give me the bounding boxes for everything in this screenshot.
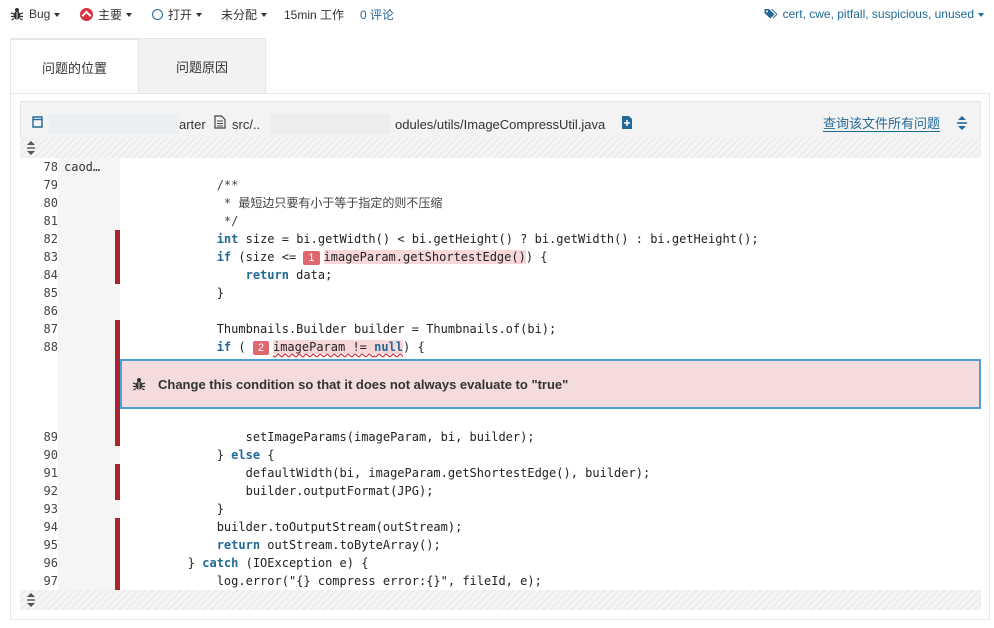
redacted-project-name [49, 114, 179, 134]
code-line: 83 if (size <= 1 imageParam.getShortestEd… [20, 248, 981, 266]
code-line: 94 builder.toOutputStream(outStream); [20, 518, 981, 536]
code-line: 88 if ( 2 imageParam != null) { [20, 338, 981, 356]
chevron-down-icon [126, 12, 133, 17]
source-viewer-panel: arter src/.. odules/utils/ImageCompressU… [10, 93, 990, 620]
open-status-icon [152, 8, 163, 20]
code-line: 89 setImageParams(imageParam, bi, builde… [20, 428, 981, 446]
code-viewer: caod… 78 79 /** 80 * 最短边只要有小于等于指定的则不压缩 8… [20, 158, 981, 590]
code-line: 78 [20, 158, 981, 176]
severity-dropdown[interactable]: 主要 [80, 6, 133, 22]
issue-message: Change this condition so that it does no… [158, 376, 569, 392]
effort-label: 15min 工作 [284, 7, 345, 22]
code-line: 90 } else { [20, 446, 981, 464]
chevron-down-icon [261, 12, 268, 17]
code-line: 86 [20, 302, 981, 320]
expand-above-bar[interactable] [20, 138, 981, 158]
code-text: int size = bi.getWidth() < bi.getHeight(… [216, 232, 759, 246]
issue-type-dropdown[interactable]: Bug [10, 6, 61, 22]
bug-icon [132, 378, 146, 391]
major-severity-icon [80, 7, 93, 21]
assignee-dropdown[interactable]: 未分配 [221, 6, 268, 22]
code-line: 97 log.error("{} compress error:{}", fil… [20, 572, 981, 590]
tab-issue-location[interactable]: 问题的位置 [10, 38, 139, 94]
comments-link[interactable]: 0 评论 [360, 6, 394, 22]
secondary-location-badge[interactable]: 1 [303, 251, 320, 265]
code-line: 82 int size = bi.getWidth() < bi.getHeig… [20, 230, 981, 248]
expand-below-bar[interactable] [20, 590, 981, 610]
code-line: 85 } [20, 284, 981, 302]
code-line: 96 } catch (IOException e) { [20, 554, 981, 572]
tags-dropdown[interactable]: cert, cwe, pitfall, suspicious, unused [764, 6, 984, 22]
file-path-prefix: src/.. [232, 117, 261, 132]
code-line: 79 /** [20, 176, 981, 194]
code-text: } catch (IOException e) { [130, 556, 369, 570]
chevron-down-icon [978, 12, 984, 17]
expand-lines-icon [27, 593, 35, 607]
code-line: 91 defaultWidth(bi, imageParam.getShorte… [20, 464, 981, 482]
status-label: 打开 [168, 7, 193, 22]
code-line: 80 * 最短边只要有小于等于指定的则不压缩 [20, 194, 981, 212]
code-line: 87 Thumbnails.Builder builder = Thumbnai… [20, 320, 981, 338]
chevron-down-icon [196, 12, 203, 17]
code-text: return outStream.toByteArray(); [216, 538, 441, 552]
code-text: return data; [245, 268, 333, 282]
tags-icon [764, 9, 778, 19]
issue-meta-bar: Bug 主要 打开 未分配 15min 工作 0 评论 cert, cwe, p… [0, 0, 994, 28]
project-icon [32, 116, 43, 128]
assignee-label: 未分配 [221, 7, 258, 22]
code-text: } else { [130, 448, 275, 462]
tab-issue-cause[interactable]: 问题原因 [138, 38, 266, 94]
issue-message-box[interactable]: Change this condition so that it does no… [120, 359, 981, 409]
expand-icon[interactable] [956, 115, 968, 131]
severity-label: 主要 [98, 7, 123, 22]
code-line: 92 builder.outputFormat(JPG); [20, 482, 981, 500]
code-text: if (size <= 1 imageParam.getShortestEdge(… [216, 250, 548, 265]
code-line: 84 return data; [20, 266, 981, 284]
issue-type-label: Bug [29, 7, 51, 21]
primary-location-badge[interactable]: 2 [252, 341, 269, 355]
status-dropdown[interactable]: 打开 [152, 6, 203, 22]
copy-path-icon[interactable] [621, 115, 633, 130]
project-name-suffix: arter [179, 117, 206, 132]
code-line: 95 return outStream.toByteArray(); [20, 536, 981, 554]
tags-label: cert, cwe, pitfall, suspicious, unused [782, 7, 974, 21]
code-line: 81 */ [20, 212, 981, 230]
redacted-path [271, 114, 391, 134]
expand-lines-icon [27, 141, 35, 155]
file-icon [214, 115, 226, 129]
bug-icon [10, 8, 24, 21]
code-text: if ( 2 imageParam != null) { [216, 340, 425, 355]
all-file-issues-link[interactable]: 查询该文件所有问题 [822, 117, 940, 132]
chevron-down-icon [54, 12, 61, 17]
code-line: 93 } [20, 500, 981, 518]
file-path-name: odules/utils/ImageCompressUtil.java [395, 117, 606, 132]
